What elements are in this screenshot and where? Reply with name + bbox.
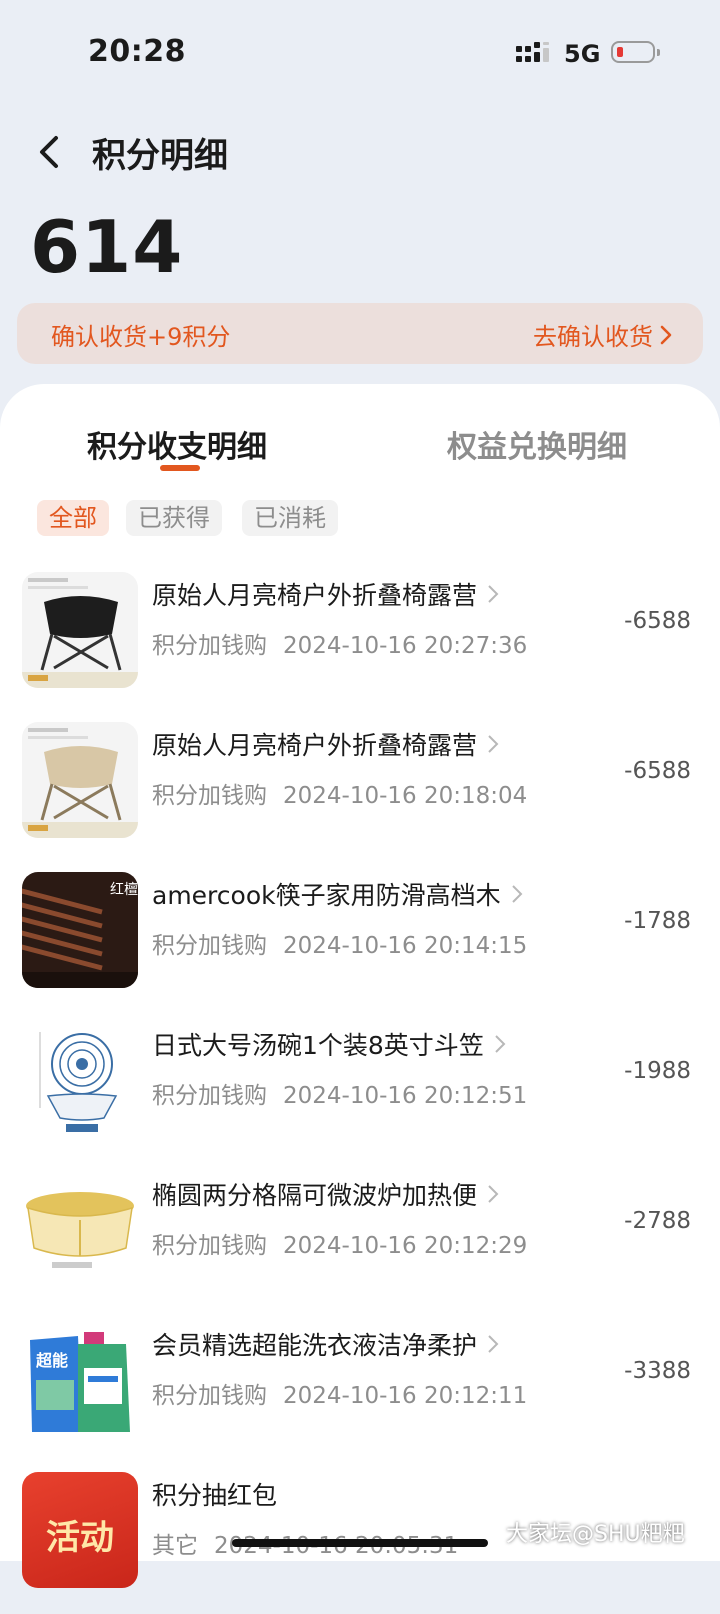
record-type: 积分加钱购 <box>152 1083 267 1109</box>
record-type: 积分加钱购 <box>152 783 267 809</box>
chevron-right-icon <box>511 885 523 903</box>
tab-underline <box>160 465 200 471</box>
record-title: 会员精选超能洗衣液洁净柔护 <box>152 1331 478 1360</box>
record-row[interactable]: 椭圆两分格隔可微波炉加热便 积分加钱购 2024-10-16 20:12:29 -… <box>0 1164 720 1314</box>
record-time: 2024-10-16 20:14:15 <box>283 933 528 959</box>
record-time: 2024-10-16 20:27:36 <box>283 633 528 659</box>
record-title: 原始人月亮椅户外折叠椅露营 <box>152 731 478 760</box>
chevron-left-icon <box>40 136 58 168</box>
product-thumbnail <box>22 722 138 838</box>
activity-thumbnail: 活动 <box>22 1472 138 1588</box>
record-row[interactable]: 原始人月亮椅户外折叠椅露营 积分加钱购 2024-10-16 20:18:04 -… <box>0 714 720 864</box>
watermark: 大家坛@SHU粑粑 <box>506 1522 685 1547</box>
record-title: 日式大号汤碗1个装8英寸斗笠 <box>152 1031 484 1060</box>
filter-spent[interactable]: 已消耗 <box>242 500 338 536</box>
tab-benefit-exchange[interactable]: 权益兑换明细 <box>447 422 627 466</box>
chevron-right-icon <box>488 1185 499 1203</box>
chair-icon <box>22 572 138 688</box>
record-type: 积分加钱购 <box>152 1383 267 1409</box>
confirm-receipt-banner[interactable]: 确认收货+9积分 去确认收货 <box>17 303 703 364</box>
confirm-receipt-link[interactable]: 去确认收货 <box>533 317 673 352</box>
record-amount: -1788 <box>624 908 691 934</box>
tab-points-detail[interactable]: 积分收支明细 <box>87 422 267 466</box>
page-title: 积分明细 <box>92 136 228 176</box>
chevron-right-icon <box>660 325 672 344</box>
record-title: 原始人月亮椅户外折叠椅露营 <box>152 581 478 610</box>
product-thumbnail <box>22 572 138 688</box>
chevron-right-icon <box>488 1335 499 1353</box>
home-indicator[interactable] <box>232 1539 488 1547</box>
bowl-icon <box>22 1022 138 1138</box>
chevron-right-icon <box>488 735 499 753</box>
chair-icon <box>22 722 138 838</box>
svg-text:红檀木筷: 红檀木筷 <box>110 881 138 898</box>
product-thumbnail: 超能 <box>22 1322 138 1438</box>
product-thumbnail <box>22 1172 138 1288</box>
chevron-right-icon <box>488 585 499 603</box>
record-type: 积分加钱购 <box>152 1233 267 1259</box>
record-type: 积分加钱购 <box>152 633 267 659</box>
status-time: 20:28 <box>88 34 186 69</box>
filter-all[interactable]: 全部 <box>37 500 109 536</box>
record-type: 积分加钱购 <box>152 933 267 959</box>
svg-text:超能: 超能 <box>35 1351 68 1370</box>
product-thumbnail: 红檀木筷 <box>22 872 138 988</box>
record-row[interactable]: 超能 会员精选超能洗衣液洁净柔护 积分加钱购 2024-10-16 20:12:1… <box>0 1314 720 1464</box>
back-button[interactable] <box>30 130 70 174</box>
detergent-icon: 超能 <box>22 1322 138 1438</box>
record-row[interactable]: 日式大号汤碗1个装8英寸斗笠 积分加钱购 2024-10-16 20:12:51 … <box>0 1014 720 1164</box>
record-type: 其它 <box>152 1533 198 1559</box>
chevron-right-icon <box>495 1035 506 1053</box>
record-amount: -2788 <box>624 1208 691 1234</box>
banner-action-label: 去确认收货 <box>533 323 653 351</box>
activity-label: 活动 <box>46 1518 114 1558</box>
points-balance: 614 <box>30 205 184 289</box>
record-title: 椭圆两分格隔可微波炉加热便 <box>152 1181 478 1210</box>
signal-icon <box>516 42 549 62</box>
record-time: 2024-10-16 20:12:11 <box>283 1383 528 1409</box>
chopsticks-icon: 红檀木筷 <box>22 872 138 988</box>
record-time: 2024-10-16 20:12:51 <box>283 1083 528 1109</box>
record-time: 2024-10-16 20:18:04 <box>283 783 528 809</box>
record-amount: -3388 <box>624 1358 691 1384</box>
product-thumbnail <box>22 1022 138 1138</box>
record-amount: -6588 <box>624 608 691 634</box>
filter-earned[interactable]: 已获得 <box>126 500 222 536</box>
banner-text: 确认收货+9积分 <box>51 323 231 351</box>
record-time: 2024-10-16 20:12:29 <box>283 1233 528 1259</box>
network-type: 5G <box>564 40 601 68</box>
record-amount: -6588 <box>624 758 691 784</box>
battery-icon <box>611 41 660 63</box>
record-title: 积分抽红包 <box>152 1481 278 1510</box>
record-amount: -1988 <box>624 1058 691 1084</box>
status-bar: 20:28 5G <box>0 0 720 100</box>
record-row[interactable]: 红檀木筷 amercook筷子家用防滑高档木 积分加钱购 2024-10-16 2… <box>0 864 720 1014</box>
record-row[interactable]: 原始人月亮椅户外折叠椅露营 积分加钱购 2024-10-16 20:27:36 -… <box>0 564 720 714</box>
record-title: amercook筷子家用防滑高档木 <box>152 881 501 910</box>
records-card: 积分收支明细 权益兑换明细 全部 已获得 已消耗 原始人月亮椅户外折叠椅露营 积… <box>0 384 720 1588</box>
lunchbox-icon <box>22 1172 138 1288</box>
